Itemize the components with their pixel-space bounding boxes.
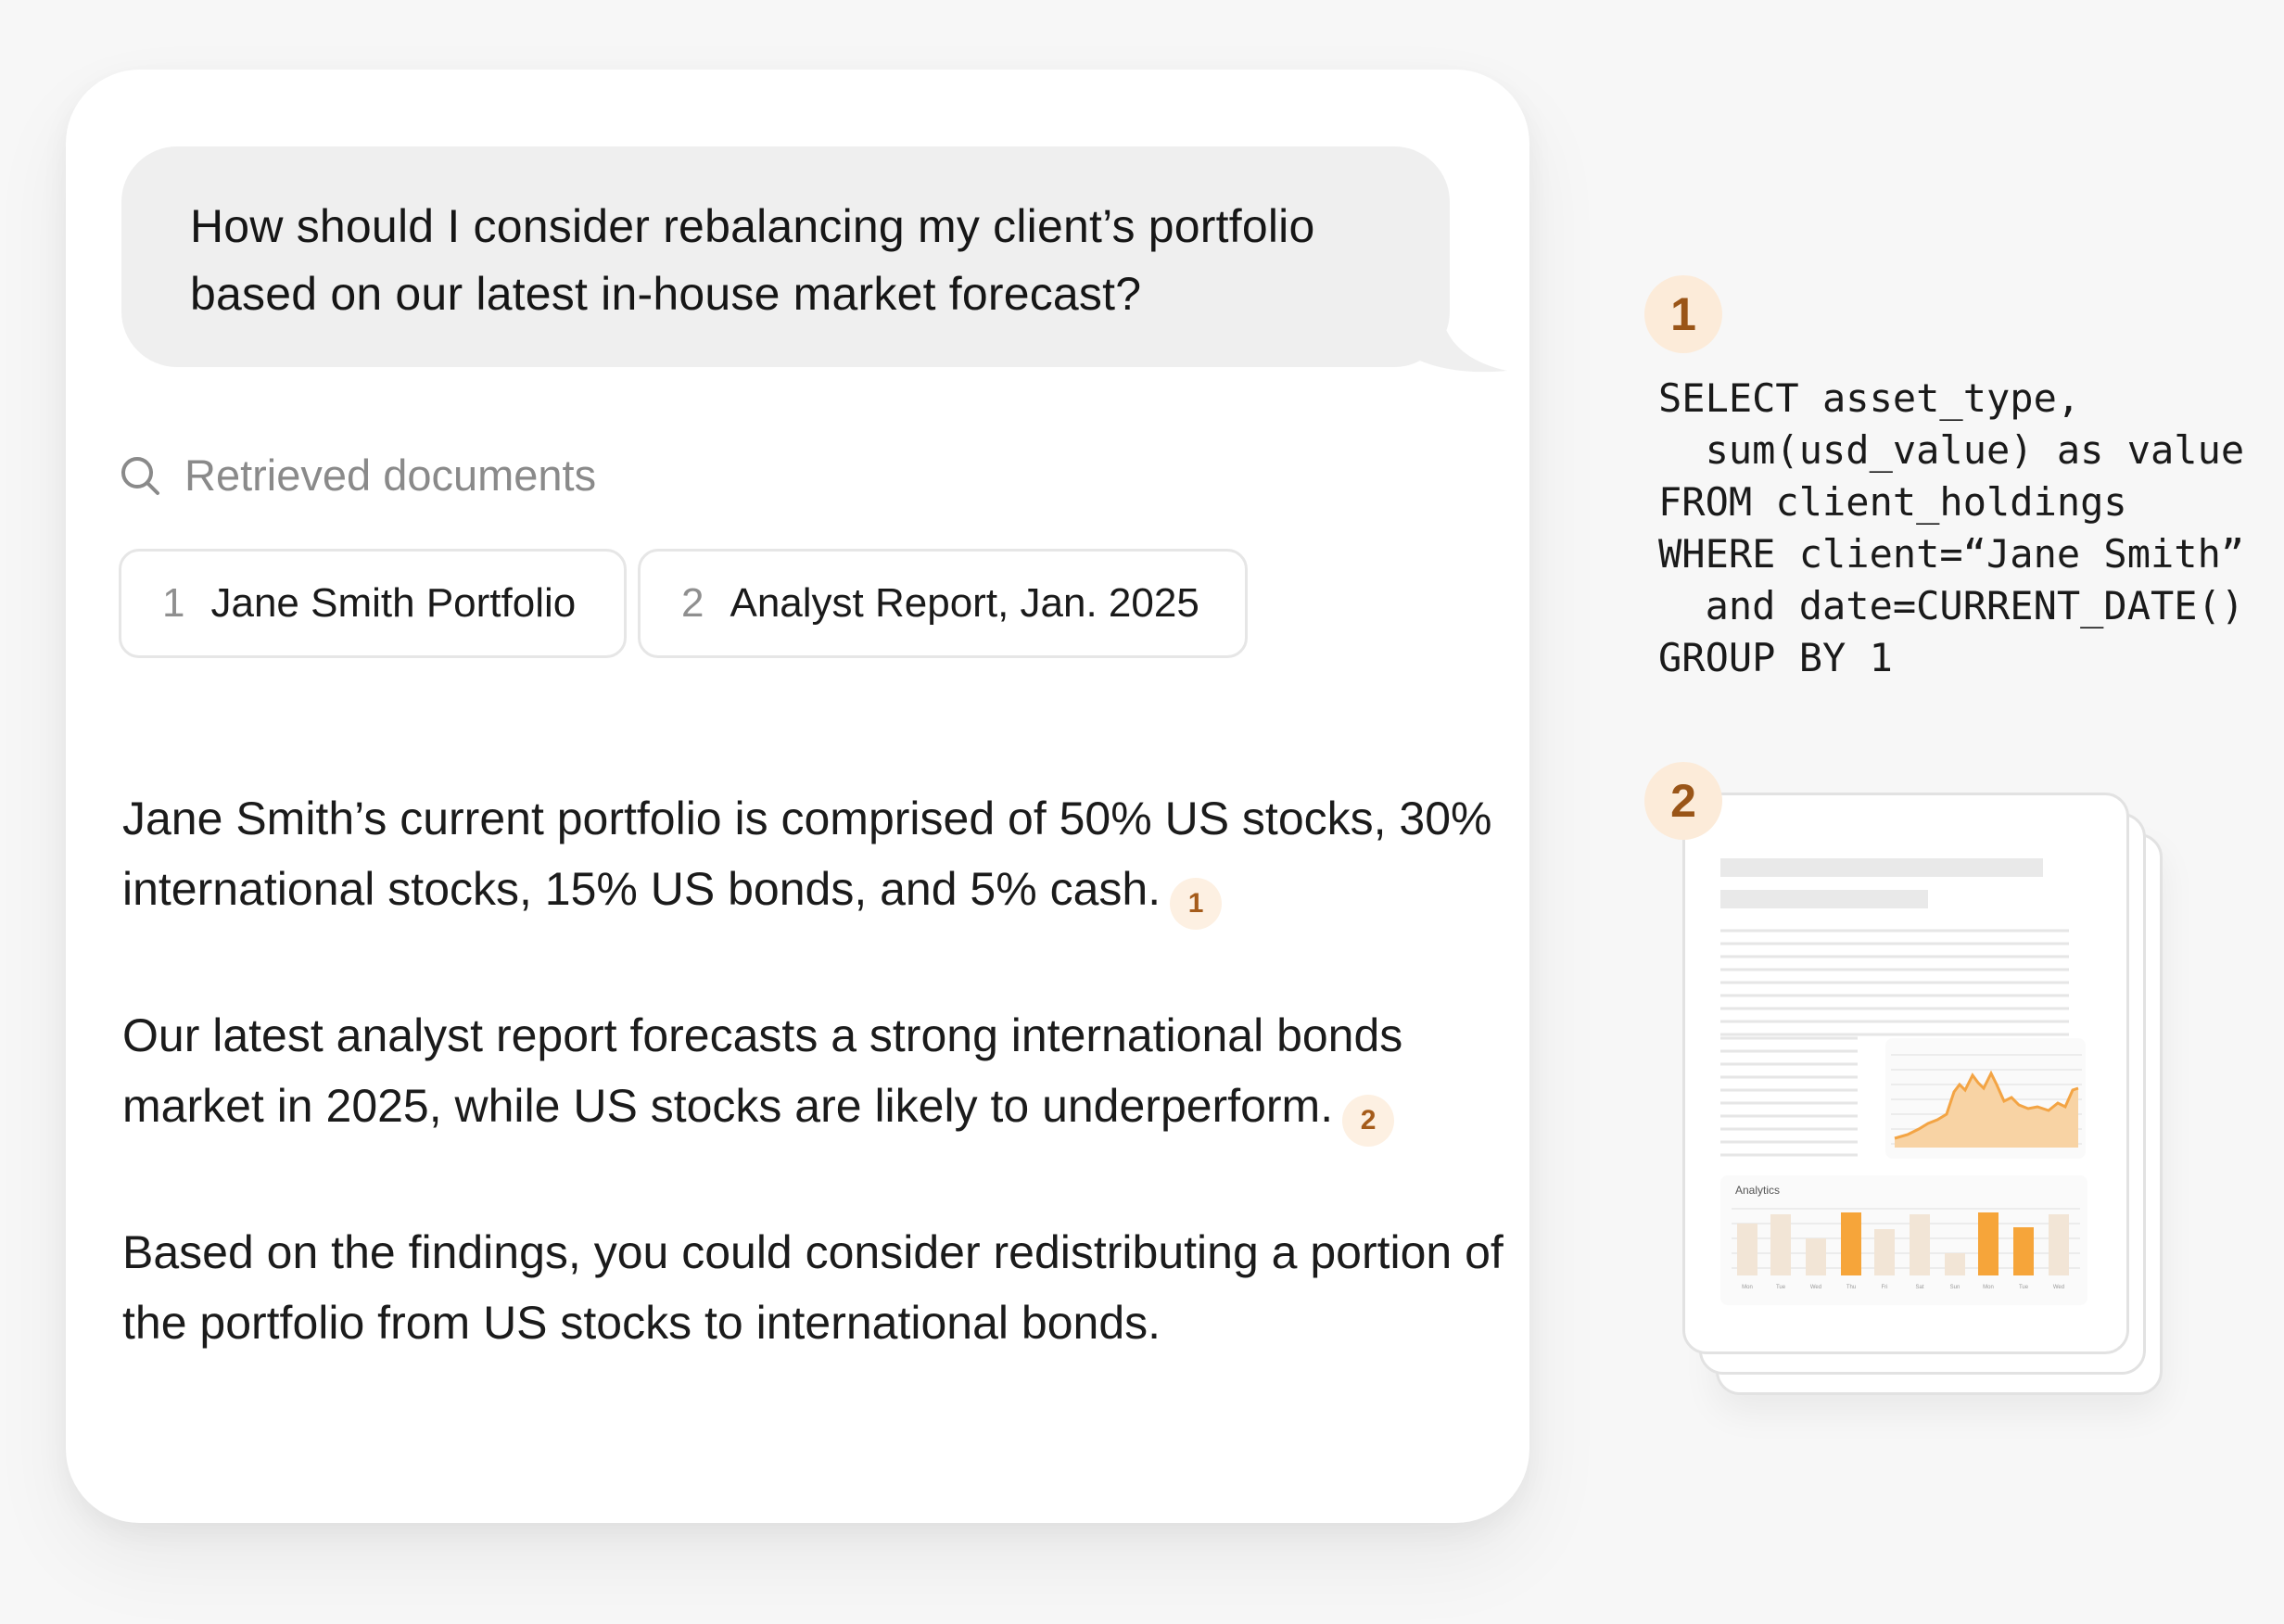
bar [1770, 1214, 1791, 1275]
bar [1978, 1212, 1998, 1275]
column-text-lines [1720, 1036, 1858, 1157]
user-message: How should I consider rebalancing my cli… [121, 146, 1507, 443]
answer-text: Based on the findings, you could conside… [122, 1226, 1504, 1349]
report-thumbnail: Analytics Mon Tue Wed Thu Fri Sat Sun Mo… [1720, 858, 2087, 1305]
day-label: Sat [1915, 1285, 1923, 1290]
document-chip-1[interactable]: 1 Jane Smith Portfolio [119, 549, 627, 658]
bar [1874, 1229, 1895, 1275]
assistant-answer: Jane Smith’s current portfolio is compri… [122, 783, 1513, 1428]
day-label: Thu [1846, 1285, 1856, 1290]
answer-paragraph-2: Our latest analyst report forecasts a st… [122, 1000, 1513, 1147]
heading-placeholder [1720, 858, 2043, 877]
user-message-text: How should I consider rebalancing my cli… [121, 146, 1450, 367]
bar [1806, 1238, 1826, 1275]
day-label: Sun [1950, 1285, 1960, 1290]
bar [1945, 1253, 1965, 1275]
answer-paragraph-3: Based on the findings, you could conside… [122, 1217, 1513, 1358]
day-label: Tue [2019, 1285, 2029, 1290]
search-icon [121, 456, 159, 495]
sql-query: SELECT asset_type, sum(usd_value) as val… [1658, 373, 2244, 684]
sql-line: WHERE client=“Jane Smith” [1658, 531, 2245, 577]
canvas: How should I consider rebalancing my cli… [0, 0, 2284, 1624]
day-label: Wed [2053, 1285, 2064, 1290]
document-chip-number: 1 [162, 580, 185, 626]
document-sheet-front: Analytics Mon Tue Wed Thu Fri Sat Sun Mo… [1682, 793, 2129, 1354]
document-chips: 1 Jane Smith Portfolio 2 Analyst Report,… [119, 549, 1248, 658]
bar [1910, 1214, 1930, 1275]
source-badge-2: 2 [1644, 762, 1722, 840]
citation-badge-1[interactable]: 1 [1170, 878, 1223, 930]
retrieved-documents-label: Retrieved documents [184, 450, 597, 500]
chat-card: How should I consider rebalancing my cli… [66, 70, 1529, 1523]
report-document-stack: Analytics Mon Tue Wed Thu Fri Sat Sun Mo… [1682, 793, 2164, 1395]
subheading-placeholder [1720, 890, 1928, 908]
sql-line: and date=CURRENT_DATE() [1658, 583, 2245, 628]
day-label: Mon [1983, 1285, 1994, 1290]
text-lines [1720, 929, 2069, 1036]
analytics-label: Analytics [1735, 1184, 1780, 1197]
day-label: Mon [1742, 1285, 1753, 1290]
sql-line: sum(usd_value) as value [1658, 427, 2245, 473]
bar [2049, 1214, 2069, 1275]
document-chip-number: 2 [681, 580, 704, 626]
document-chip-title: Analyst Report, Jan. 2025 [730, 580, 1199, 626]
day-label: Fri [1882, 1285, 1888, 1290]
answer-paragraph-1: Jane Smith’s current portfolio is compri… [122, 783, 1513, 930]
retrieved-documents-header: Retrieved documents [120, 450, 596, 501]
document-chip-title: Jane Smith Portfolio [210, 580, 577, 626]
sql-line: SELECT asset_type, [1658, 375, 2081, 421]
citation-badge-2[interactable]: 2 [1342, 1095, 1395, 1147]
document-chip-2[interactable]: 2 Analyst Report, Jan. 2025 [638, 549, 1248, 658]
bar [2013, 1227, 2034, 1275]
bar [1841, 1212, 1861, 1275]
answer-text: Jane Smith’s current portfolio is compri… [122, 793, 1492, 915]
answer-text: Our latest analyst report forecasts a st… [122, 1009, 1403, 1132]
sql-line: GROUP BY 1 [1658, 635, 1893, 680]
sql-line: FROM client_holdings [1658, 479, 2127, 525]
day-label: Tue [1776, 1285, 1786, 1290]
bar [1737, 1224, 1757, 1275]
day-label: Wed [1810, 1285, 1821, 1290]
source-badge-1: 1 [1644, 275, 1722, 353]
